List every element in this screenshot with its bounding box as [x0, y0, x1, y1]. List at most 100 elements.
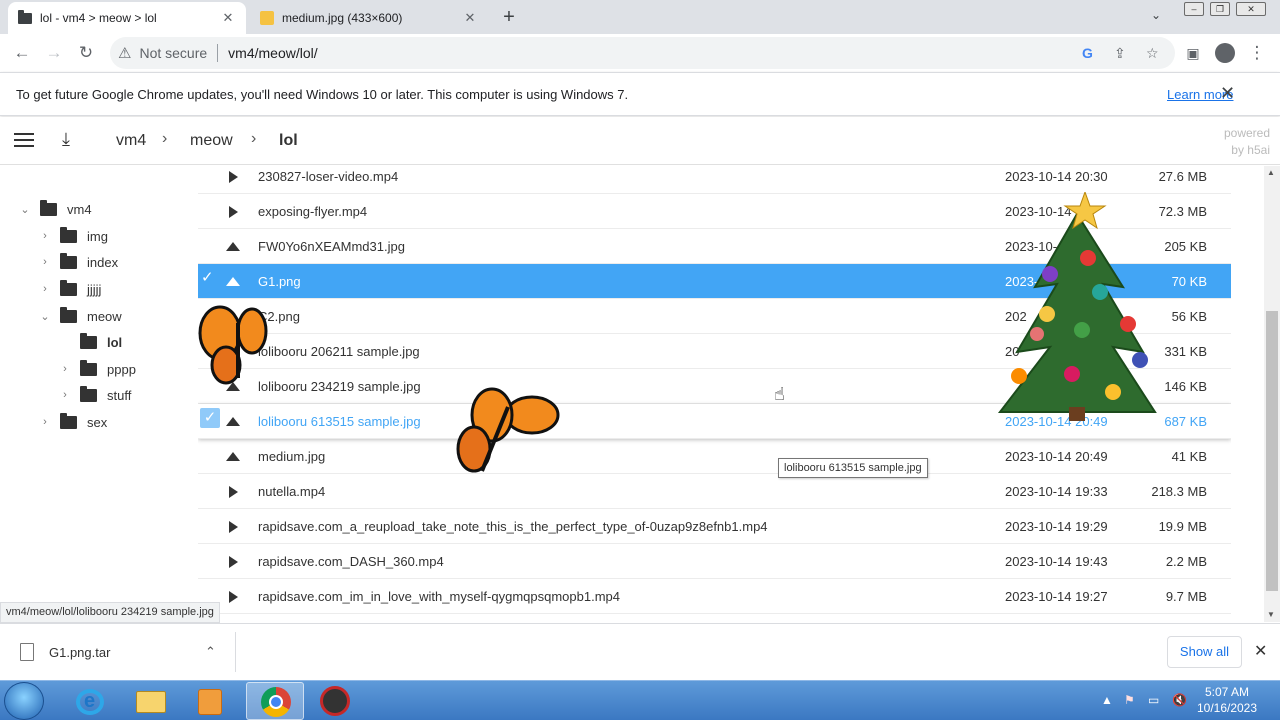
taskbar-chrome[interactable]	[246, 682, 304, 720]
hamburger-menu-icon[interactable]	[14, 133, 34, 147]
chevron-right-icon[interactable]: ›	[58, 389, 72, 401]
warning-icon[interactable]: ⚠	[118, 44, 131, 62]
play-icon	[226, 520, 240, 534]
back-icon[interactable]: ←	[11, 42, 33, 64]
close-icon[interactable]: ✕	[1220, 83, 1235, 104]
file-row[interactable]: nutella.mp4 2023-10-14 19:33 218.3 MB	[198, 474, 1231, 509]
powered-by[interactable]: powered by h5ai	[1210, 125, 1270, 159]
file-name[interactable]: lolibooru 206211 sample.jpg	[258, 344, 420, 359]
tree-item-index[interactable]: › index	[38, 251, 118, 273]
close-icon[interactable]: ✕	[220, 10, 236, 26]
tree-item-stuff[interactable]: › stuff	[58, 384, 131, 406]
tree-item-meow[interactable]: ⌄ meow	[38, 305, 122, 327]
show-all-button[interactable]: Show all	[1167, 636, 1242, 668]
file-name[interactable]: nutella.mp4	[258, 484, 325, 499]
tab-medium[interactable]: medium.jpg (433×600) ✕	[250, 2, 488, 34]
start-button[interactable]	[4, 682, 44, 720]
divider	[235, 632, 236, 672]
file-name[interactable]: rapidsave.com_im_in_love_with_myself-qyg…	[258, 589, 620, 604]
network-icon[interactable]: ▭	[1148, 693, 1159, 707]
file-name[interactable]: FW0Yo6nXEAMmd31.jpg	[258, 239, 405, 254]
new-tab-button[interactable]: +	[498, 6, 520, 28]
tray-expand-icon[interactable]: ▲	[1101, 693, 1113, 707]
chevron-right-icon[interactable]: ›	[38, 256, 52, 268]
forward-icon[interactable]: →	[43, 42, 65, 64]
tree-item-vm4[interactable]: ⌄ vm4	[18, 198, 92, 220]
taskbar-media-player[interactable]	[182, 683, 238, 719]
action-center-icon[interactable]: ⚑	[1124, 693, 1135, 707]
chevron-right-icon[interactable]: ›	[58, 363, 72, 375]
menu-icon[interactable]: ⋮	[1246, 42, 1268, 64]
breadcrumb-meow[interactable]: meow	[190, 132, 233, 150]
chevron-right-icon[interactable]: ›	[38, 230, 52, 242]
breadcrumb-lol[interactable]: lol	[279, 132, 298, 150]
image-icon	[260, 11, 274, 25]
star-icon[interactable]: ☆	[1146, 45, 1159, 62]
scrollbar[interactable]: ▲ ▼	[1264, 166, 1280, 622]
download-icon[interactable]: ⤓	[62, 129, 70, 150]
taskbar-internet-explorer[interactable]	[62, 683, 118, 719]
close-icon[interactable]: ✕	[462, 10, 478, 26]
windows-taskbar: ▲ ⚑ ▭ 🔇 5:07 AM 10/16/2023	[0, 680, 1280, 720]
blocked-app-icon[interactable]	[320, 686, 350, 716]
minimize-button[interactable]: ‒	[1184, 2, 1204, 16]
close-icon[interactable]: ✕	[1254, 641, 1267, 661]
file-row[interactable]: medium.jpg 2023-10-14 20:49 41 KB	[198, 439, 1231, 474]
security-label[interactable]: Not secure	[139, 45, 207, 61]
by-h5ai-line: by h5ai	[1231, 143, 1270, 157]
file-name[interactable]: G1.png	[258, 274, 301, 289]
checkmark-icon[interactable]: ✓	[201, 268, 219, 286]
reload-icon[interactable]: ↻	[75, 42, 97, 64]
taskbar-file-explorer[interactable]	[122, 683, 178, 719]
address-bar[interactable]: ⚠ Not secure vm4/meow/lol/ G ⇪ ☆	[110, 37, 1175, 69]
tree-item-lol[interactable]: lol	[58, 331, 122, 353]
download-filename[interactable]: G1.png.tar	[49, 645, 110, 660]
scroll-up-icon[interactable]: ▲	[1267, 168, 1275, 177]
restore-button[interactable]: ❐	[1210, 2, 1230, 16]
chevron-down-icon[interactable]: ⌄	[18, 203, 32, 216]
file-name[interactable]: rapidsave.com_a_reupload_take_note_this_…	[258, 519, 768, 534]
chevron-up-icon[interactable]: ⌃	[205, 644, 216, 660]
scroll-down-icon[interactable]: ▼	[1267, 610, 1275, 619]
file-row[interactable]: rapidsave.com_DASH_360.mp4 2023-10-14 19…	[198, 544, 1231, 579]
url-text[interactable]: vm4/meow/lol/	[228, 45, 317, 61]
update-infobar: To get future Google Chrome updates, you…	[0, 72, 1280, 116]
tree-item-pppp[interactable]: › pppp	[58, 358, 136, 380]
file-date: 2023-10-14 19:27	[1005, 589, 1108, 604]
file-size: 41 KB	[1171, 449, 1207, 464]
tab-title: lol - vm4 > meow > lol	[40, 11, 157, 25]
chevron-right-icon[interactable]: ›	[38, 416, 52, 428]
tree-label: index	[87, 254, 119, 270]
file-name[interactable]: lolibooru 613515 sample.jpg	[258, 414, 421, 429]
tree-item-jjjjj[interactable]: › jjjjj	[38, 278, 101, 300]
tab-lol[interactable]: lol - vm4 > meow > lol ✕	[8, 2, 246, 34]
file-name[interactable]: lolibooru 234219 sample.jpg	[258, 379, 421, 394]
google-icon[interactable]: G	[1082, 45, 1093, 61]
file-name[interactable]: 230827-loser-video.mp4	[258, 169, 398, 184]
chevron-right-icon[interactable]: ›	[38, 283, 52, 295]
file-row[interactable]: rapidsave.com_a_reupload_take_note_this_…	[198, 509, 1231, 544]
close-window-button[interactable]: ✕	[1236, 2, 1266, 16]
tree-label: jjjjj	[87, 281, 102, 297]
browser-toolbar: ← → ↻ ⚠ Not secure vm4/meow/lol/ G ⇪ ☆ ▣…	[0, 34, 1280, 72]
taskbar-clock[interactable]: 5:07 AM 10/16/2023	[1192, 684, 1262, 716]
scrollbar-thumb[interactable]	[1266, 311, 1278, 591]
file-row[interactable]: 230827-loser-video.mp4 2023-10-14 20:30 …	[198, 159, 1231, 194]
checkmark-icon[interactable]: ✓	[200, 408, 220, 428]
file-name[interactable]: exposing-flyer.mp4	[258, 204, 367, 219]
share-icon[interactable]: ⇪	[1114, 45, 1126, 62]
file-name[interactable]: rapidsave.com_DASH_360.mp4	[258, 554, 444, 569]
chevron-down-icon[interactable]: ⌄	[1151, 8, 1161, 22]
side-panel-icon[interactable]: ▣	[1182, 42, 1204, 64]
infobar-message: To get future Google Chrome updates, you…	[16, 87, 629, 102]
volume-muted-icon[interactable]: 🔇	[1172, 693, 1187, 707]
chevron-down-icon[interactable]: ⌄	[38, 310, 52, 323]
profile-icon[interactable]	[1214, 42, 1236, 64]
tree-item-sex[interactable]: › sex	[38, 411, 107, 433]
breadcrumb-vm4[interactable]: vm4	[116, 132, 146, 150]
file-name[interactable]: medium.jpg	[258, 449, 325, 464]
file-date: 2023-10-14 19:33	[1005, 484, 1108, 499]
image-icon	[226, 450, 240, 464]
file-row[interactable]: rapidsave.com_im_in_love_with_myself-qyg…	[198, 579, 1231, 614]
tree-item-img[interactable]: › img	[38, 225, 108, 247]
